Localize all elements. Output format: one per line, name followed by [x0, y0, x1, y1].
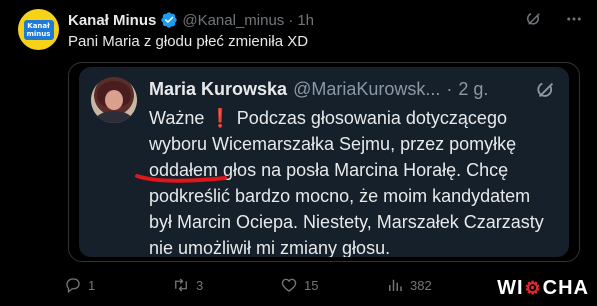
heart-icon — [281, 278, 297, 292]
exclamation-icon: ❗ — [209, 108, 232, 128]
retweet-icon — [175, 278, 187, 292]
reply-icon — [66, 278, 80, 294]
post-time[interactable]: 1h — [297, 12, 314, 29]
verified-badge-icon — [160, 11, 178, 29]
post-text: Pani Maria z głodu płeć zmieniła XD — [68, 33, 309, 50]
quoted-line-1: Ważne ❗ Podczas głosowania dotyczącego — [149, 108, 507, 128]
reply-button[interactable]: 1 — [64, 276, 95, 294]
reply-count: 1 — [88, 277, 96, 293]
quoted-time: 2 g. — [458, 79, 489, 99]
quoted-header: Maria Kurowska @MariaKurowsk... · 2 g. — [149, 79, 488, 100]
gear-icon: ⚙ — [524, 278, 542, 298]
quoted-post-screenshot: Maria Kurowska @MariaKurowsk... · 2 g. W… — [79, 67, 569, 257]
header-actions — [525, 10, 583, 28]
wiocha-watermark: WI ⚙ CHA — [497, 277, 589, 299]
quoted-author-name: Maria Kurowska — [149, 79, 288, 99]
author-avatar[interactable]: Kanał minus — [18, 9, 59, 50]
views-button[interactable]: 382 — [386, 276, 432, 294]
quoted-line-6: nie umożliwił mi zmiany głosu. — [149, 238, 391, 257]
quoted-author-handle: @MariaKurowsk... — [293, 79, 441, 99]
like-count: 15 — [304, 277, 319, 293]
quoted-line-2: wyboru Wicemarszałka Sejmu, przez pomyłk… — [149, 134, 517, 154]
separator-dot: · — [288, 11, 294, 29]
retweet-count: 3 — [196, 277, 204, 293]
logo-text-line1: Kanał — [27, 21, 50, 30]
post: Kanał minus Kanał Minus @Kanal_minus · 1… — [0, 0, 597, 306]
quoted-post[interactable]: Maria Kurowska @MariaKurowsk... · 2 g. W… — [68, 62, 580, 262]
more-icon[interactable] — [565, 10, 583, 28]
kanal-minus-logo: Kanał minus — [23, 19, 54, 40]
quoted-separator-dot: · — [446, 79, 453, 99]
retweet-button[interactable]: 3 — [172, 276, 203, 294]
red-underline-annotation — [135, 174, 227, 183]
like-button[interactable]: 15 — [280, 276, 318, 294]
post-header: Kanał Minus @Kanal_minus · 1h — [68, 9, 314, 31]
quoted-author-avatar — [91, 77, 137, 123]
quoted-grok-icon — [535, 79, 557, 106]
author-handle[interactable]: @Kanal_minus — [182, 12, 284, 29]
author-name[interactable]: Kanał Minus — [68, 12, 156, 29]
logo-text-line2: minus — [26, 29, 51, 38]
grok-icon[interactable] — [525, 10, 543, 28]
quoted-line-4: podkreślić bardzo mocno, że moim kandyda… — [149, 186, 531, 206]
views-count: 382 — [410, 277, 432, 293]
quoted-line-5: był Marcin Ociepa. Niestety, Marszałek C… — [149, 212, 544, 232]
views-icon — [389, 279, 402, 291]
